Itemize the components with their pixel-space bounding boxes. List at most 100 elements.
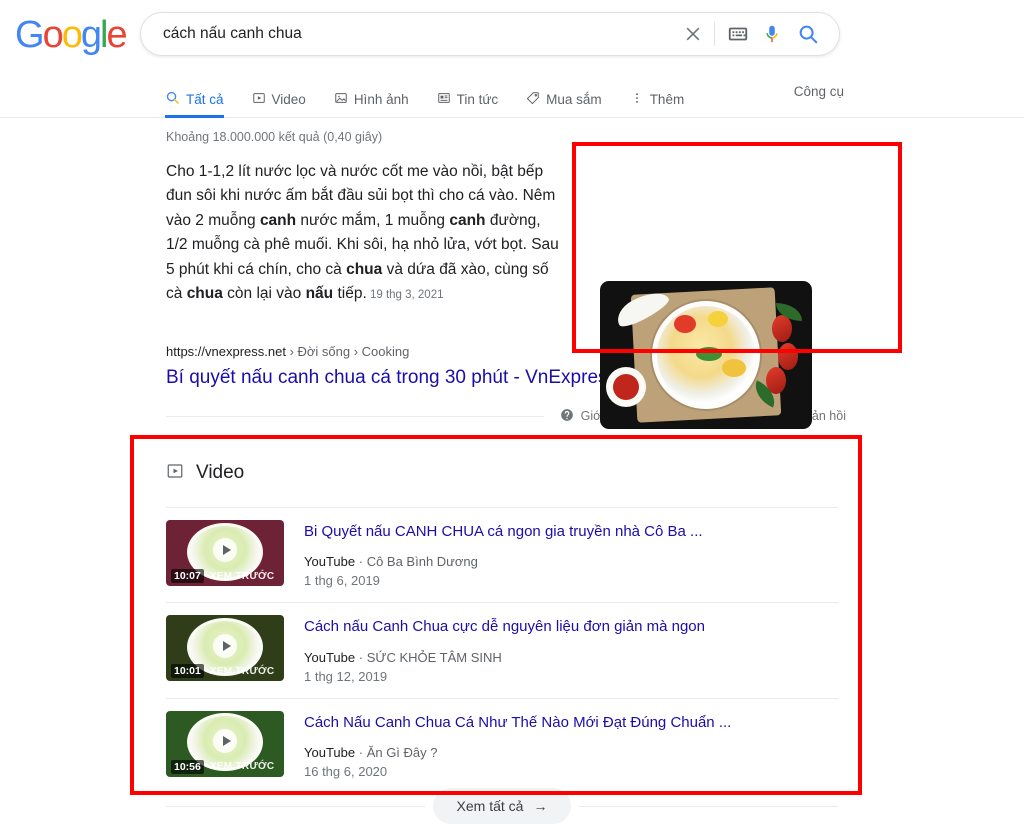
news-icon: [437, 91, 451, 108]
tools-button[interactable]: Công cụ: [794, 84, 844, 99]
decor-tomato: [778, 343, 798, 370]
video-module: Video 10:07 XEM TRƯỚC Bi Quyết nấu CANH CH…: [166, 453, 838, 793]
decor-garnish: [722, 359, 746, 377]
video-details: Cách Nấu Canh Chua Cá Như Thế Nào Mới Đạ…: [304, 711, 838, 779]
video-thumbnail[interactable]: 10:07 XEM TRƯỚC: [166, 520, 284, 586]
tag-icon: [526, 91, 540, 108]
tab-hình-ảnh[interactable]: Hình ảnh: [334, 78, 423, 114]
video-icon: [166, 462, 184, 485]
help-circle-icon: [560, 408, 574, 425]
tab-label: Hình ảnh: [353, 91, 409, 107]
see-all-label: Xem tất cả: [456, 798, 524, 814]
snippet-keyword: canh: [259, 211, 297, 229]
play-icon[interactable]: [213, 728, 237, 753]
video-title-link[interactable]: Cách Nấu Canh Chua Cá Như Thế Nào Mới Đạ…: [304, 713, 838, 733]
result-domain: https://vnexpress.net: [166, 344, 286, 359]
video-date: 1 thg 12, 2019: [304, 668, 388, 684]
tab-tin-tức[interactable]: Tin tức: [437, 78, 513, 114]
thumbnail-overlay: 10:56 XEM TRƯỚC: [166, 759, 284, 774]
google-logo[interactable]: Google: [15, 14, 128, 56]
separator: ·: [358, 554, 364, 570]
separator: ·: [358, 649, 364, 665]
arrow-right-icon: →: [533, 798, 548, 814]
video-channel: SỨC KHỎE TÂM SINH: [366, 649, 502, 665]
video-duration: 10:07: [171, 569, 204, 583]
logo-letter: G: [15, 14, 45, 56]
featured-snippet: Cho 1-1,2 lít nước lọc và nước cốt me và…: [166, 160, 566, 307]
snippet-fragment: còn lại vào: [222, 285, 306, 303]
google-search-results-page: Google cách nấu canh chua Tất cả Video H…: [0, 0, 1024, 833]
thumbnail-overlay: 10:01 XEM TRƯỚC: [166, 664, 284, 679]
snippet-fragment: nước mắm, 1 muỗng: [296, 211, 450, 229]
video-result-item[interactable]: 10:01 XEM TRƯỚC Cách nấu Canh Chua cực dễ …: [166, 603, 838, 699]
search-divider: [714, 22, 715, 46]
active-tab-indicator: [165, 115, 224, 118]
video-thumbnail[interactable]: 10:01 XEM TRƯỚC: [166, 615, 284, 682]
decor-garnish: [674, 315, 696, 333]
search-tabs: Tất cả Video Hình ảnh Tin tức Mua sắm Thêm Cô…: [0, 78, 1024, 118]
video-result-item[interactable]: 10:07 XEM TRƯỚC Bi Quyết nấu CANH CHUA cá …: [166, 508, 838, 604]
tab-thêm[interactable]: Thêm: [630, 78, 699, 114]
snippet-keyword: canh: [449, 211, 486, 229]
video-preview-label: XEM TRƯỚC: [209, 761, 275, 772]
result-title-link[interactable]: Bí quyết nấu canh chua cá trong 30 phút …: [166, 366, 617, 391]
video-preview-label: XEM TRƯỚC: [209, 665, 275, 677]
tab-video[interactable]: Video: [252, 78, 320, 114]
video-platform: YouTube: [304, 649, 356, 665]
video-list: 10:07 XEM TRƯỚC Bi Quyết nấu CANH CHUA cá …: [166, 508, 838, 793]
video-source: YouTube · Cô Ba Bình Dương: [304, 554, 838, 569]
divider: [579, 805, 839, 807]
video-platform: YouTube: [304, 554, 356, 570]
video-module-header: Video: [166, 453, 838, 493]
decor-garnish: [696, 347, 722, 361]
video-channel: Cô Ba Bình Dương: [366, 554, 478, 570]
divider: [166, 415, 544, 417]
divider: [166, 805, 425, 807]
microphone-icon[interactable]: [757, 19, 787, 49]
search-icon: [165, 90, 180, 108]
search-submit-icon[interactable]: [791, 17, 825, 51]
tab-label: Thêm: [649, 91, 685, 107]
page-header: Google cách nấu canh chua Tất cả Video H…: [0, 0, 1024, 118]
decor-tomato: [772, 315, 792, 342]
see-all-button[interactable]: Xem tất cả →: [432, 788, 572, 824]
tab-label: Tất cả: [186, 91, 224, 107]
decor-garnish: [708, 311, 728, 327]
video-result-item[interactable]: 10:56 XEM TRƯỚC Cách Nấu Canh Chua Cá Như …: [166, 699, 838, 793]
video-title-link[interactable]: Cách nấu Canh Chua cực dễ nguyên liệu đơ…: [304, 617, 838, 637]
video-duration: 10:56: [171, 759, 204, 774]
snippet-keyword: chua: [346, 260, 383, 278]
result-url[interactable]: https://vnexpress.net › Đời sống › Cooki…: [166, 344, 409, 359]
snippet-keyword: nấu: [305, 285, 334, 303]
tab-label: Tin tức: [456, 91, 499, 107]
video-icon: [252, 91, 266, 108]
decor-sauce-bowl: [606, 367, 646, 407]
result-breadcrumb: › Đời sống › Cooking: [285, 344, 410, 359]
tab-mua-sắm[interactable]: Mua sắm: [526, 78, 616, 114]
keyboard-icon[interactable]: [723, 19, 753, 49]
logo-letter: g: [80, 14, 102, 56]
video-title-link[interactable]: Bi Quyết nấu CANH CHUA cá ngon gia truyề…: [304, 522, 838, 542]
video-details: Cách nấu Canh Chua cực dễ nguyên liệu đơ…: [304, 615, 838, 683]
tab-label: Mua sắm: [546, 91, 602, 107]
search-bar[interactable]: [140, 12, 840, 56]
logo-letter: o: [42, 14, 64, 56]
featured-snippet-image[interactable]: [600, 281, 812, 429]
close-icon[interactable]: [676, 17, 710, 51]
video-thumbnail[interactable]: 10:56 XEM TRƯỚC: [166, 710, 284, 777]
featured-snippet-text: Cho 1-1,2 lít nước lọc và nước cốt me và…: [166, 160, 566, 307]
see-all-row: Xem tất cả →: [166, 788, 839, 824]
play-icon[interactable]: [213, 633, 237, 658]
tab-tất-cả[interactable]: Tất cả: [165, 78, 238, 118]
video-channel: Ăn Gì Đây ?: [366, 744, 438, 760]
search-input[interactable]: [141, 25, 676, 43]
video-preview-label: XEM TRƯỚC: [209, 570, 275, 582]
video-platform: YouTube: [304, 744, 356, 760]
video-date: 1 thg 6, 2019: [304, 573, 380, 589]
play-icon[interactable]: [213, 538, 237, 563]
video-source: YouTube · Ăn Gì Đây ?: [304, 745, 838, 760]
video-duration: 10:01: [171, 664, 204, 679]
video-date: 16 thg 6, 2020: [304, 763, 388, 779]
video-details: Bi Quyết nấu CANH CHUA cá ngon gia truyề…: [304, 520, 838, 588]
more-vertical-icon: [630, 91, 644, 108]
